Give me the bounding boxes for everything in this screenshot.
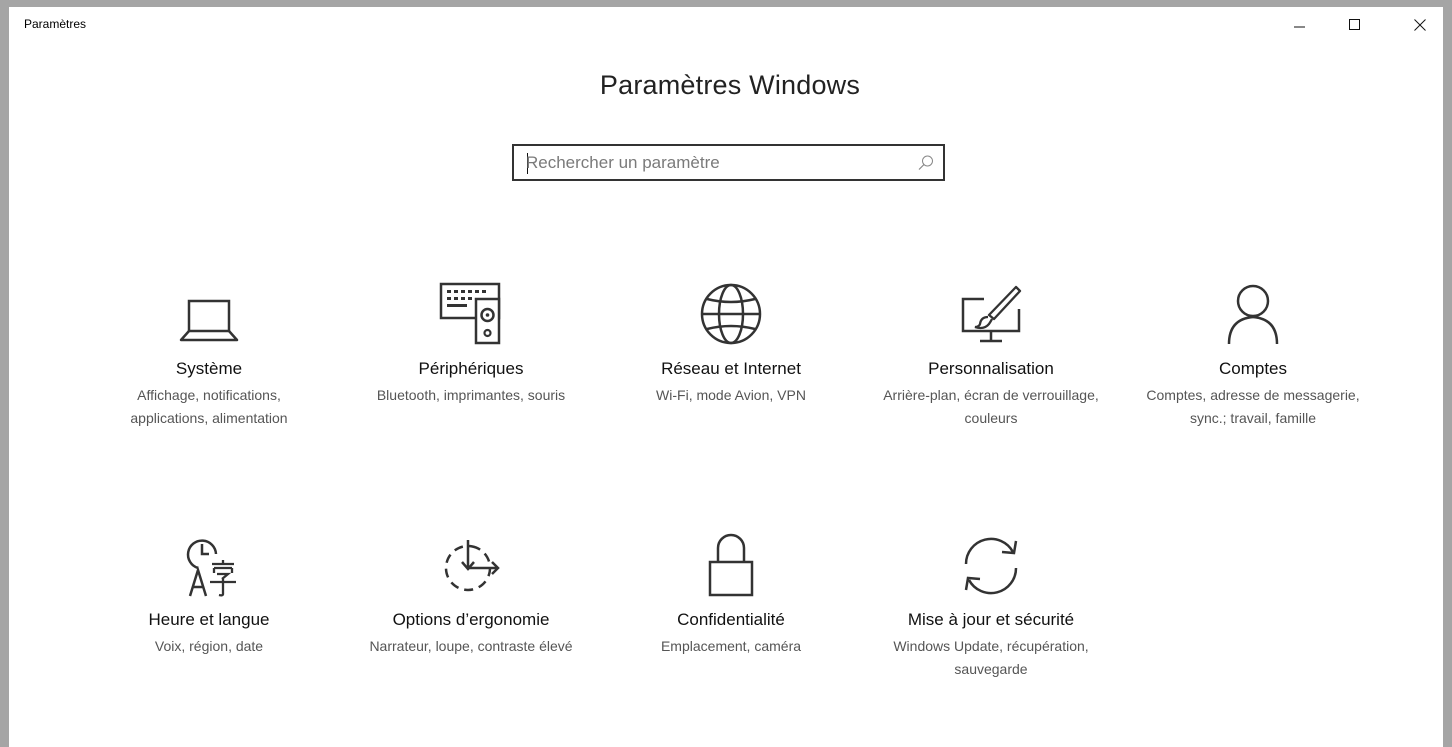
category-privacy[interactable]: Confidentialité Emplacement, caméra — [615, 532, 847, 658]
category-description: Comptes, adresse de messagerie, sync.; t… — [1146, 387, 1360, 426]
category-ease-of-access[interactable]: Options d’ergonomie Narrateur, loupe, co… — [355, 532, 587, 658]
category-description: Arrière-plan, écran de verrouillage, cou… — [883, 387, 1099, 426]
category-label: Confidentialité — [677, 610, 785, 629]
minimize-button[interactable] — [1277, 7, 1323, 43]
category-label: Mise à jour et sécurité — [907, 610, 1075, 629]
search-input[interactable] — [526, 146, 906, 179]
category-description: Bluetooth, imprimantes, souris — [376, 387, 566, 403]
laptop-icon — [179, 299, 239, 342]
settings-window: Paramètres Paramètres Windows Rechercher… — [9, 7, 1443, 747]
category-accounts[interactable]: Comptes Comptes, adresse de messagerie, … — [1137, 281, 1369, 430]
category-description: Narrateur, loupe, contraste élevé — [369, 638, 573, 654]
category-network[interactable]: Réseau et Internet Wi-Fi, mode Avion, VP… — [615, 281, 847, 407]
keyboard-speaker-icon — [439, 282, 501, 345]
minimize-icon — [1294, 26, 1305, 28]
search-box[interactable] — [512, 144, 945, 181]
category-description: Affichage, notifications, applications, … — [130, 387, 288, 426]
ease-of-access-icon — [444, 540, 500, 592]
clock-language-icon — [186, 539, 236, 597]
category-personalization[interactable]: Personnalisation Arrière-plan, écran de … — [875, 281, 1107, 430]
close-icon — [1414, 19, 1426, 31]
paint-monitor-icon — [961, 285, 1022, 343]
category-label: Options d’ergonomie — [392, 610, 550, 629]
category-label: Comptes — [1218, 359, 1288, 378]
sync-arrows-icon — [964, 537, 1018, 595]
category-description: Emplacement, caméra — [660, 638, 802, 654]
app-title: Paramètres — [24, 17, 87, 31]
maximize-button[interactable] — [1332, 7, 1378, 43]
category-time-language[interactable]: Heure et langue Voix, région, date — [93, 532, 325, 658]
category-update-security[interactable]: Mise à jour et sécurité Windows Update, … — [875, 532, 1107, 681]
category-description: Wi-Fi, mode Avion, VPN — [656, 387, 806, 403]
globe-icon — [700, 283, 762, 345]
search-icon[interactable] — [917, 154, 935, 172]
category-description: Windows Update, récupération, sauvegarde — [893, 638, 1089, 677]
page-title: Paramètres Windows — [599, 70, 861, 100]
category-label: Système — [175, 359, 243, 378]
person-icon — [1227, 284, 1279, 345]
close-button[interactable] — [1397, 7, 1443, 43]
category-system[interactable]: Système Affichage, notifications, applic… — [93, 281, 325, 430]
category-label: Réseau et Internet — [661, 359, 801, 378]
lock-icon — [708, 533, 754, 597]
title-bar[interactable]: Paramètres — [9, 7, 1443, 43]
maximize-icon — [1349, 19, 1360, 30]
category-label: Heure et langue — [148, 610, 270, 629]
category-devices[interactable]: Périphériques Bluetooth, imprimantes, so… — [355, 281, 587, 407]
category-label: Personnalisation — [928, 359, 1054, 378]
category-description: Voix, région, date — [154, 638, 264, 654]
category-label: Périphériques — [418, 359, 524, 378]
